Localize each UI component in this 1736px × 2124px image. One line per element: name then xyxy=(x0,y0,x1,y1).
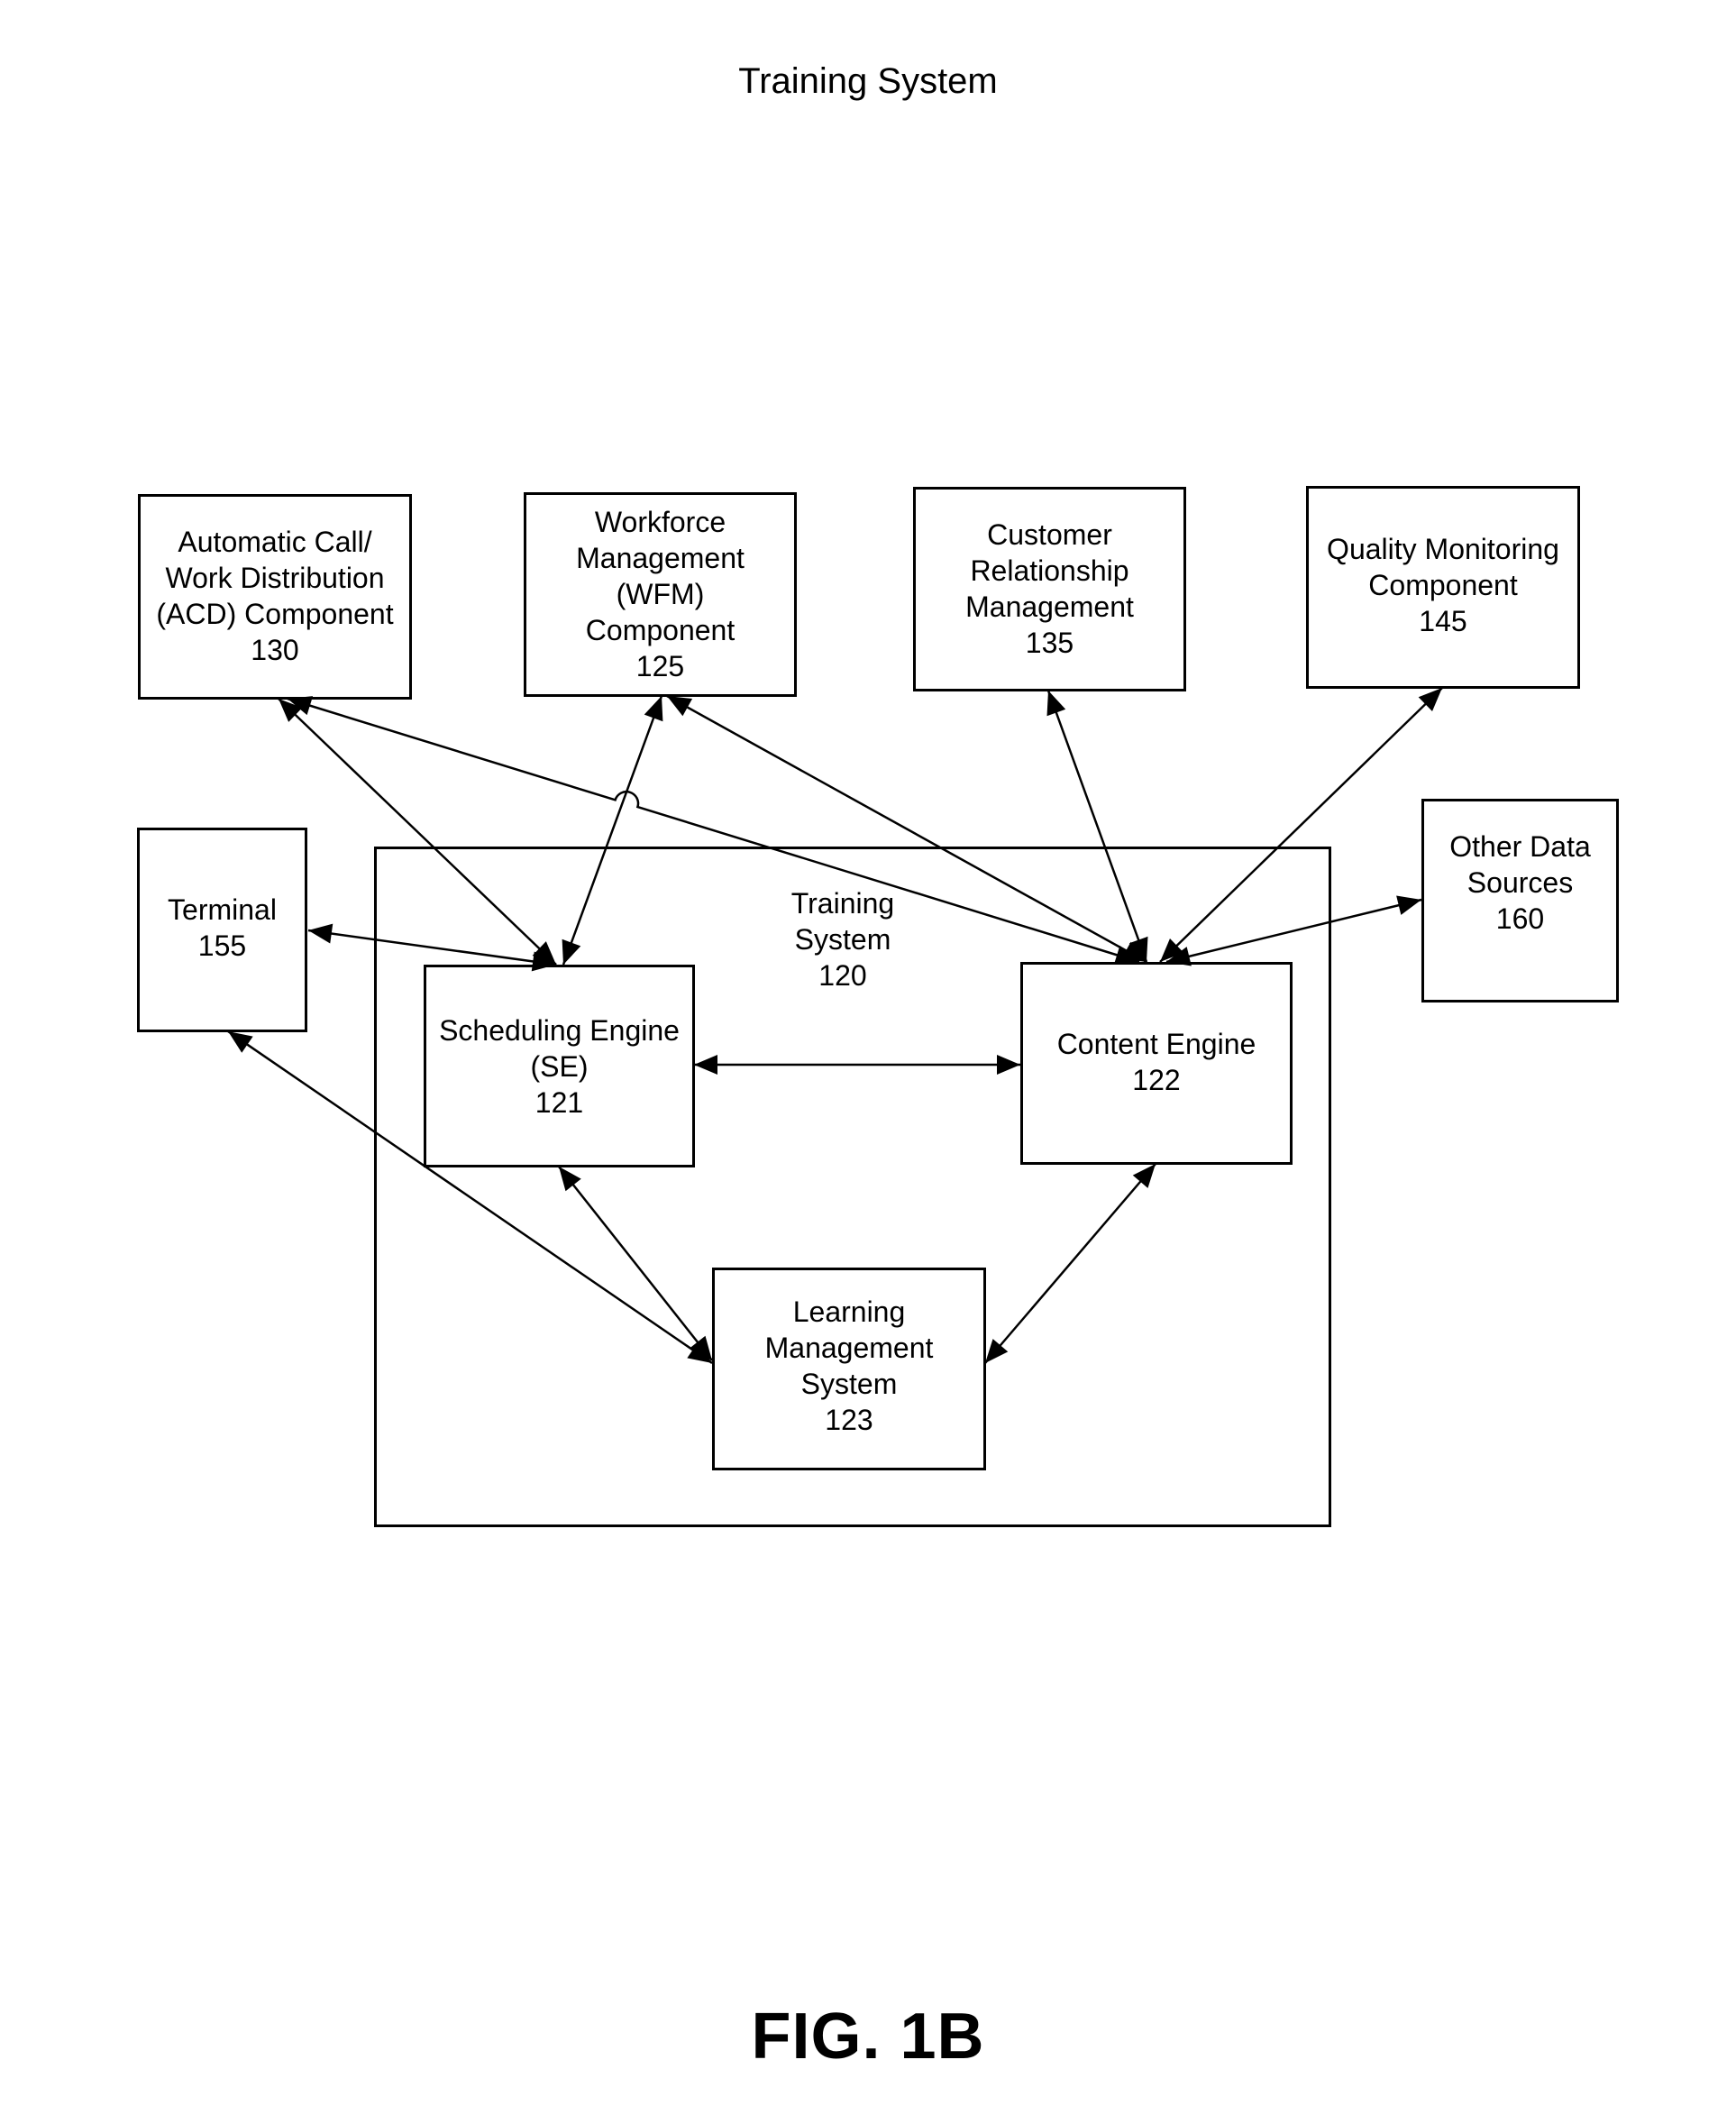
box-label-line: Customer xyxy=(987,518,1112,551)
system-diagram: Training System Training System 120 Auto… xyxy=(0,0,1736,2124)
box-label-line: (SE) xyxy=(530,1050,589,1083)
box-label-line: 135 xyxy=(1025,627,1074,659)
box-label-line: 155 xyxy=(197,929,247,962)
scheduling-engine-box[interactable]: Scheduling Engine (SE) 121 xyxy=(424,965,695,1167)
box-label-line: Relationship xyxy=(970,554,1129,587)
box-label-line: (ACD) Component xyxy=(156,598,394,630)
box-label-line: System xyxy=(800,1368,898,1400)
arrowhead-terminal-icon xyxy=(228,1031,253,1053)
box-label-line: Management xyxy=(764,1332,934,1364)
box-label-line: Learning xyxy=(792,1295,906,1328)
arrowhead-crm-icon xyxy=(1046,691,1066,717)
box-label-line: Other Data xyxy=(1449,830,1591,863)
other-data-sources-box[interactable]: Other Data Sources 160 xyxy=(1421,799,1619,1002)
box-label-line: Workforce xyxy=(594,506,726,538)
container-label-line: 120 xyxy=(818,959,867,992)
box-label-line: Component xyxy=(585,614,736,646)
arrowhead-other-icon xyxy=(1396,895,1421,915)
figure-label: FIG. 1B xyxy=(751,2000,985,2073)
box-label-line: Quality Monitoring xyxy=(1327,533,1559,565)
box-label-line: Work Distribution xyxy=(165,562,385,594)
arrowhead-wfm-icon xyxy=(644,696,663,722)
box-label-line: 125 xyxy=(635,650,685,682)
box-label-line: Content Engine xyxy=(1056,1028,1256,1060)
box-label-line: 130 xyxy=(251,634,299,666)
box-label-line: Management xyxy=(576,542,745,574)
box-label-line: 121 xyxy=(535,1086,584,1119)
content-engine-box[interactable]: Content Engine 122 xyxy=(1020,962,1293,1165)
box-label-line: Sources xyxy=(1466,866,1574,899)
crm-box[interactable]: Customer Relationship Management 135 xyxy=(913,487,1186,691)
box-label-line: 122 xyxy=(1132,1064,1181,1096)
box-label-line: 145 xyxy=(1419,605,1467,637)
box-label-line: Management xyxy=(965,591,1134,623)
container-label-line: Training xyxy=(790,887,895,920)
wfm-component-box[interactable]: Workforce Management (WFM) Component 125 xyxy=(524,492,797,697)
box-label-line: Component xyxy=(1368,569,1518,601)
quality-monitoring-box[interactable]: Quality Monitoring Component 145 xyxy=(1306,486,1580,689)
box-label-line: Scheduling Engine xyxy=(439,1014,680,1047)
box-label-line: 160 xyxy=(1495,902,1545,935)
container-label-line: System xyxy=(794,923,891,956)
acd-component-box[interactable]: Automatic Call/ Work Distribution (ACD) … xyxy=(138,494,412,700)
box-label-line: 123 xyxy=(825,1404,873,1436)
box-label-line: Automatic Call/ xyxy=(178,526,372,558)
box-label-line: Terminal xyxy=(168,893,277,926)
learning-management-system-box[interactable]: Learning Management System 123 xyxy=(712,1268,986,1470)
training-system-label: Training System 120 xyxy=(775,885,910,993)
box-label-line: (WFM) xyxy=(616,578,705,610)
arrowhead-wfm-icon xyxy=(667,696,693,717)
arrowhead-terminal-icon xyxy=(308,923,333,944)
terminal-box[interactable]: Terminal 155 xyxy=(137,828,307,1032)
